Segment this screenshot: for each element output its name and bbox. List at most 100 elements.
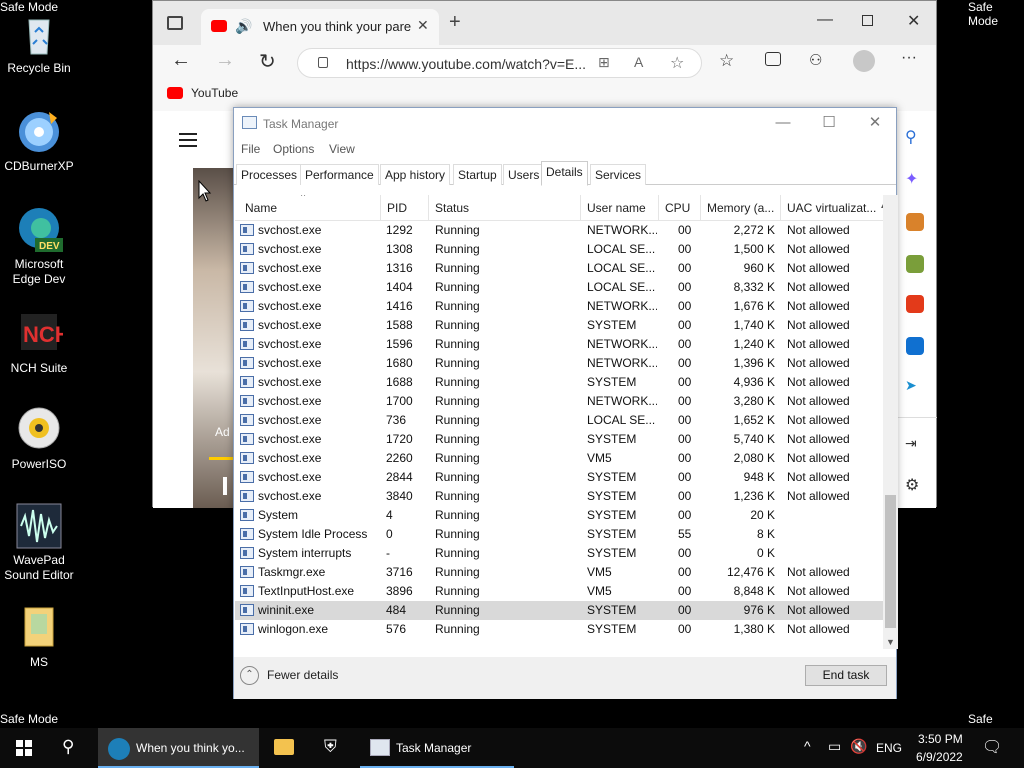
tab-processes[interactable]: Processes bbox=[236, 164, 303, 185]
table-row[interactable]: wininit.exe 484 Running SYSTEM 00 976 K Not al… bbox=[235, 601, 883, 620]
windows-start-icon[interactable] bbox=[16, 740, 32, 756]
taskbar-edge-item[interactable]: When you think yo... bbox=[98, 728, 259, 768]
games-icon[interactable] bbox=[906, 255, 924, 273]
vertical-scrollbar[interactable]: ▼ bbox=[883, 195, 898, 649]
desktop-icon-edge-dev[interactable]: DEV Microsoft Edge Dev bbox=[0, 206, 78, 287]
security-shield-icon[interactable]: ⛨ bbox=[324, 737, 337, 757]
fewer-details-link[interactable]: Fewer details bbox=[267, 668, 338, 682]
desktop-icon-recycle-bin[interactable]: Recycle Bin bbox=[0, 10, 78, 76]
table-row[interactable]: svchost.exe 1596 Running NETWORK... 00 1,240 … bbox=[235, 335, 883, 354]
menu-options[interactable]: Options bbox=[273, 142, 314, 156]
table-row[interactable]: svchost.exe 1680 Running NETWORK... 00 1,396 … bbox=[235, 354, 883, 373]
profile-sync-icon[interactable]: ⚇ bbox=[809, 51, 822, 69]
tab-actions-icon[interactable] bbox=[167, 16, 183, 30]
tm-minimize-icon[interactable]: — bbox=[760, 108, 806, 139]
tab-users[interactable]: Users bbox=[503, 164, 545, 185]
search-icon[interactable]: ⚲ bbox=[905, 127, 917, 147]
column-user-name[interactable]: User name bbox=[581, 195, 659, 221]
desktop-icon-ms-folder[interactable]: MS bbox=[0, 604, 78, 670]
file-explorer-icon[interactable] bbox=[274, 739, 294, 755]
hamburger-menu-icon[interactable] bbox=[179, 133, 197, 135]
table-row[interactable]: svchost.exe 736 Running LOCAL SE... 00 1,652 … bbox=[235, 411, 883, 430]
column-uac[interactable]: UAC virtualizat... bbox=[781, 195, 881, 221]
tab-app-history[interactable]: App history bbox=[380, 164, 451, 185]
outlook-icon[interactable] bbox=[906, 337, 924, 355]
desktop-icon-wavepad[interactable]: WavePad Sound Editor bbox=[0, 502, 78, 583]
desktop-icon-cdburnerxp[interactable]: CDBurnerXP bbox=[0, 108, 78, 174]
minimize-icon[interactable]: — bbox=[817, 11, 833, 29]
refresh-icon[interactable]: ↻ bbox=[259, 49, 276, 74]
column-name[interactable]: Name bbox=[239, 195, 381, 221]
settings-gear-icon[interactable]: ⚙ bbox=[905, 475, 919, 495]
table-row[interactable]: svchost.exe 3840 Running SYSTEM 00 1,236 K Not… bbox=[235, 487, 883, 506]
desktop-icon-nch-suite[interactable]: NCH NCH Suite bbox=[0, 310, 78, 376]
tools-icon[interactable] bbox=[906, 213, 924, 231]
table-row[interactable]: System Idle Process 0 Running SYSTEM 55 8 K bbox=[235, 525, 883, 544]
table-row[interactable]: svchost.exe 1688 Running SYSTEM 00 4,936 K Not… bbox=[235, 373, 883, 392]
table-row[interactable]: svchost.exe 1416 Running NETWORK... 00 1,676 … bbox=[235, 297, 883, 316]
hide-sidebar-icon[interactable]: ⇥ bbox=[905, 435, 917, 452]
tab-performance[interactable]: Performance bbox=[300, 164, 379, 185]
show-hidden-icons-icon[interactable]: ^ bbox=[804, 738, 811, 754]
avatar[interactable] bbox=[853, 50, 875, 72]
maximize-icon[interactable] bbox=[862, 15, 873, 26]
scroll-down-icon[interactable]: ▼ bbox=[886, 637, 895, 647]
table-row[interactable]: svchost.exe 1316 Running LOCAL SE... 00 960 K… bbox=[235, 259, 883, 278]
new-tab-icon[interactable]: + bbox=[449, 11, 461, 34]
table-row[interactable]: Taskmgr.exe 3716 Running VM5 00 12,476 K Not a… bbox=[235, 563, 883, 582]
favorites-icon[interactable]: ☆ bbox=[719, 51, 734, 71]
taskbar-task-manager-item[interactable]: Task Manager bbox=[360, 728, 514, 768]
column-cpu[interactable]: CPU bbox=[659, 195, 701, 221]
close-window-icon[interactable]: ✕ bbox=[907, 11, 920, 31]
table-row[interactable]: svchost.exe 1588 Running SYSTEM 00 1,740 K Not… bbox=[235, 316, 883, 335]
table-row[interactable]: svchost.exe 1308 Running LOCAL SE... 00 1,500… bbox=[235, 240, 883, 259]
back-icon[interactable]: ← bbox=[171, 49, 191, 72]
menu-file[interactable]: File bbox=[241, 142, 260, 156]
desktop-icon-poweriso[interactable]: PowerISO bbox=[0, 406, 78, 472]
network-icon[interactable]: ▭ bbox=[828, 738, 841, 755]
favorite-youtube-link[interactable]: YouTube bbox=[191, 86, 238, 100]
pause-icon[interactable] bbox=[223, 477, 227, 495]
column-status[interactable]: Status bbox=[429, 195, 581, 221]
language-indicator[interactable]: ENG bbox=[876, 741, 902, 755]
table-row[interactable]: System 4 Running SYSTEM 00 20 K bbox=[235, 506, 883, 525]
office-icon[interactable] bbox=[906, 295, 924, 313]
tab-details[interactable]: Details bbox=[541, 161, 588, 186]
notification-icon[interactable]: 🗨 bbox=[982, 737, 1002, 757]
end-task-button[interactable]: End task bbox=[805, 665, 887, 686]
menu-view[interactable]: View bbox=[329, 142, 355, 156]
column-pid[interactable]: PID bbox=[381, 195, 429, 221]
tab-services[interactable]: Services bbox=[590, 164, 647, 185]
collections-icon[interactable] bbox=[765, 52, 781, 66]
table-row[interactable]: svchost.exe 2260 Running VM5 00 2,080 K Not al… bbox=[235, 449, 883, 468]
discover-icon[interactable]: ✦ bbox=[905, 169, 918, 189]
more-menu-icon[interactable]: ··· bbox=[901, 49, 917, 67]
chevron-up-icon[interactable]: ⌃ bbox=[240, 666, 259, 685]
address-bar[interactable]: https://www.youtube.com/watch?v=E... ⊞ A… bbox=[297, 48, 702, 78]
table-row[interactable]: System interrupts - Running SYSTEM 00 0 K bbox=[235, 544, 883, 563]
volume-muted-icon[interactable]: 🔇 bbox=[850, 738, 867, 755]
tm-maximize-icon[interactable]: ☐ bbox=[806, 108, 852, 139]
search-taskbar-icon[interactable]: ⚲ bbox=[62, 737, 74, 757]
table-row[interactable]: winlogon.exe 576 Running SYSTEM 00 1,380 K Not… bbox=[235, 620, 883, 639]
lock-icon[interactable] bbox=[318, 57, 328, 68]
column-memory[interactable]: Memory (a... bbox=[701, 195, 781, 221]
scrollbar-thumb[interactable] bbox=[885, 495, 896, 628]
table-row[interactable]: svchost.exe 1292 Running NETWORK... 00 2,272 … bbox=[235, 221, 883, 240]
table-row[interactable]: TextInputHost.exe 3896 Running VM5 00 8,848 K… bbox=[235, 582, 883, 601]
clock-date[interactable]: 6/9/2022 bbox=[916, 750, 963, 764]
tab-startup[interactable]: Startup bbox=[453, 164, 502, 185]
browser-tab[interactable]: 🔊 When you think your parent ✕ bbox=[201, 9, 439, 45]
tm-close-icon[interactable]: ✕ bbox=[852, 108, 898, 139]
add-favorite-icon[interactable]: ☆ bbox=[670, 53, 684, 73]
table-row[interactable]: svchost.exe 1720 Running SYSTEM 00 5,740 K Not… bbox=[235, 430, 883, 449]
task-manager-titlebar[interactable]: Task Manager — ☐ ✕ bbox=[234, 108, 896, 139]
table-row[interactable]: svchost.exe 1404 Running LOCAL SE... 00 8,332… bbox=[235, 278, 883, 297]
table-row[interactable]: svchost.exe 1700 Running NETWORK... 00 3,280 … bbox=[235, 392, 883, 411]
app-available-icon[interactable]: ⊞ bbox=[598, 54, 610, 71]
send-icon[interactable]: ➤ bbox=[905, 377, 917, 394]
close-tab-icon[interactable]: ✕ bbox=[417, 17, 429, 34]
table-row[interactable]: svchost.exe 2844 Running SYSTEM 00 948 K Not a… bbox=[235, 468, 883, 487]
clock-time[interactable]: 3:50 PM bbox=[918, 732, 963, 746]
read-aloud-icon[interactable]: A bbox=[634, 54, 643, 70]
